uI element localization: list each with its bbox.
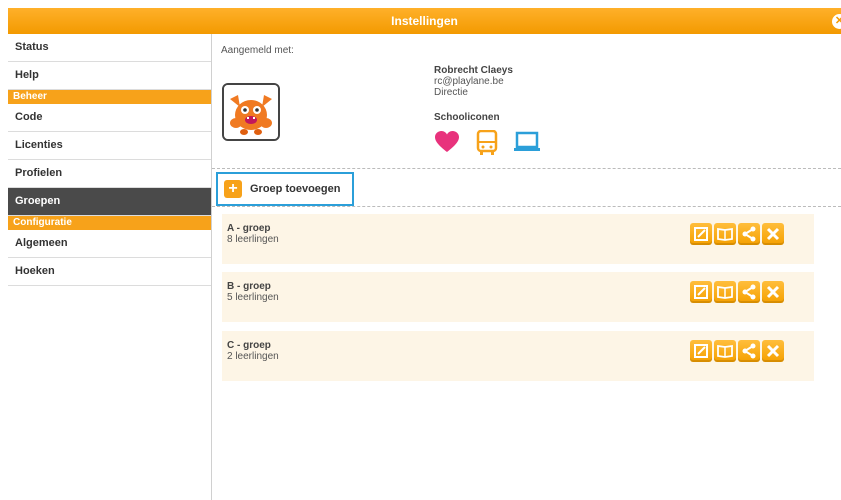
sidebar-item-algemeen[interactable]: Algemeen: [8, 230, 211, 258]
share-icon[interactable]: [738, 281, 760, 303]
book-icon[interactable]: [714, 340, 736, 362]
main-panel: Aangemeld met: Robrecht Claeys rc@playla…: [212, 34, 841, 500]
laptop-icon[interactable]: [514, 130, 540, 159]
window-titlebar: Instellingen ✕: [8, 8, 841, 34]
share-icon[interactable]: [738, 340, 760, 362]
sidebar-item-label: Help: [15, 69, 39, 81]
avatar[interactable]: [222, 83, 280, 141]
group-row[interactable]: A - groep 8 leerlingen: [222, 214, 814, 264]
divider: [212, 168, 841, 169]
edit-icon[interactable]: [690, 340, 712, 362]
sidebar-item-code[interactable]: Code: [8, 104, 211, 132]
user-name: Robrecht Claeys: [434, 65, 513, 76]
sidebar-item-profielen[interactable]: Profielen: [8, 160, 211, 188]
delete-icon[interactable]: [762, 223, 784, 245]
school-icons-title: Schooliconen: [434, 112, 500, 123]
group-count: 8 leerlingen: [227, 234, 279, 245]
book-icon[interactable]: [714, 223, 736, 245]
logged-in-label: Aangemeld met:: [221, 45, 294, 56]
user-role: Directie: [434, 87, 468, 98]
window-title: Instellingen: [391, 14, 458, 28]
delete-icon[interactable]: [762, 281, 784, 303]
sidebar-item-help[interactable]: Help: [8, 62, 211, 90]
sidebar-item-label: Profielen: [15, 167, 63, 179]
sidebar-item-label: Code: [15, 111, 43, 123]
group-actions: [690, 340, 804, 362]
book-icon[interactable]: [714, 281, 736, 303]
sidebar-item-label: Licenties: [15, 139, 63, 151]
sidebar-item-status[interactable]: Status: [8, 34, 211, 62]
group-name: C - groep: [227, 340, 271, 351]
close-icon[interactable]: ✕: [832, 14, 841, 29]
group-actions: [690, 281, 804, 303]
group-row[interactable]: C - groep 2 leerlingen: [222, 331, 814, 381]
edit-icon[interactable]: [690, 223, 712, 245]
group-count: 5 leerlingen: [227, 292, 279, 303]
bus-icon[interactable]: [476, 129, 498, 161]
sidebar-item-label: Algemeen: [15, 237, 68, 249]
divider: [212, 206, 841, 207]
sidebar-section-label: Configuratie: [13, 217, 72, 228]
group-row[interactable]: B - groep 5 leerlingen: [222, 272, 814, 322]
group-count: 2 leerlingen: [227, 351, 279, 362]
sidebar-section-beheer: Beheer: [8, 90, 211, 104]
plus-icon: +: [224, 180, 242, 198]
monster-avatar-icon: [224, 85, 278, 139]
user-email: rc@playlane.be: [434, 76, 504, 87]
edit-icon[interactable]: [690, 281, 712, 303]
delete-icon[interactable]: [762, 340, 784, 362]
sidebar: Status Help Beheer Code Licenties Profie…: [8, 34, 212, 500]
group-actions: [690, 223, 804, 245]
sidebar-item-groepen[interactable]: Groepen: [8, 188, 211, 216]
share-icon[interactable]: [738, 223, 760, 245]
add-group-label: Groep toevoegen: [250, 183, 341, 195]
sidebar-item-label: Hoeken: [15, 265, 55, 277]
add-group-button[interactable]: + Groep toevoegen: [216, 172, 354, 206]
sidebar-item-label: Groepen: [15, 195, 61, 207]
sidebar-section-configuratie: Configuratie: [8, 216, 211, 230]
sidebar-item-hoeken[interactable]: Hoeken: [8, 258, 211, 286]
sidebar-item-licenties[interactable]: Licenties: [8, 132, 211, 160]
sidebar-item-label: Status: [15, 41, 49, 53]
heart-icon[interactable]: [434, 130, 460, 159]
group-name: B - groep: [227, 281, 271, 292]
group-name: A - groep: [227, 223, 271, 234]
sidebar-section-label: Beheer: [13, 91, 47, 102]
